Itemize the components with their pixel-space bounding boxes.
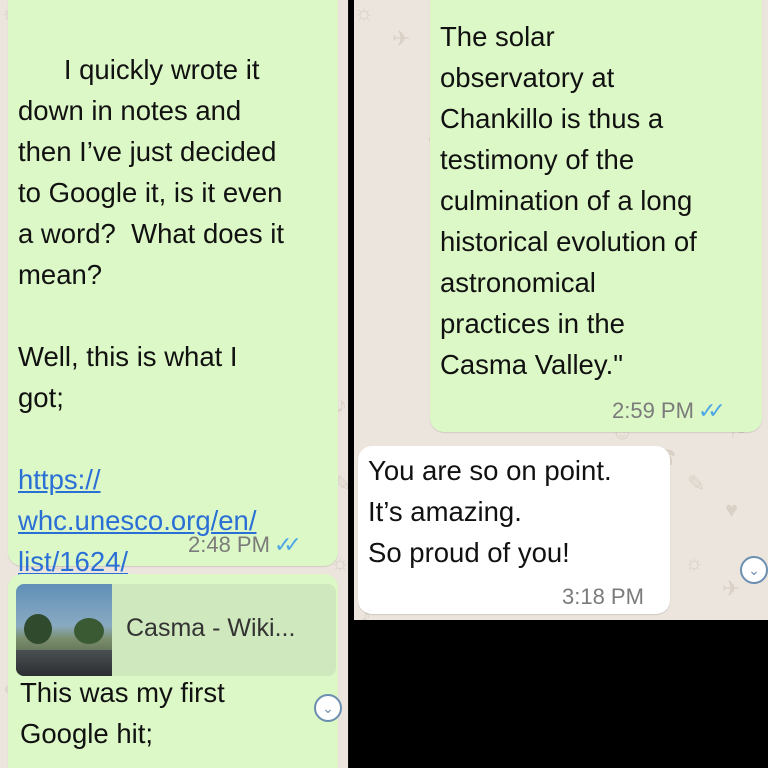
unesco-link[interactable]: list/1624/ <box>18 546 128 577</box>
left-chat-panel: ☼✎♪☂✿☎✈♥⚑☺☼✎♪☂✿☎✈♥⚑☺☼✎♪☂✿☎✈♥⚑☺☼✎♪☂✿☎✈♥⚑☺… <box>0 0 349 768</box>
wallpaper-doodle-icon: ☼ <box>684 550 705 575</box>
double-check-read-icon: ✓✓ <box>273 532 302 557</box>
chevron-down-icon[interactable]: ⌄ <box>314 694 342 722</box>
chevron-down-icon[interactable]: ⌄ <box>740 556 768 584</box>
message-meta: 2:48 PM ✓✓ <box>188 532 302 558</box>
wallpaper-doodle-icon: ✈ <box>722 576 741 601</box>
wallpaper-doodle-icon: ☼ <box>354 0 375 25</box>
message-time: 2:59 PM <box>612 398 694 423</box>
wallpaper-doodle-icon: ✈ <box>392 26 411 51</box>
tree-shape <box>74 618 104 644</box>
message-text: I quickly wrote it down in notes and the… <box>18 8 284 582</box>
link-preview-thumbnail <box>16 584 112 676</box>
message-text: This was my first Google hit; <box>20 677 225 749</box>
message-time: 2:48 PM <box>188 532 270 557</box>
outgoing-message-bubble[interactable]: I quickly wrote it down in notes and the… <box>8 0 338 577</box>
double-check-read-icon: ✓✓ <box>697 398 726 423</box>
wallpaper-doodle-icon: ✎ <box>687 471 706 496</box>
wallpaper-doodle-icon: ♥ <box>725 497 739 522</box>
outgoing-message-bubble[interactable]: Casma - Wiki... This was my first Google… <box>8 574 342 768</box>
link-preview-card[interactable]: Casma - Wiki... <box>16 584 336 676</box>
tree-shape <box>24 614 52 644</box>
message-text: You are so on point. It’s amazing. So pr… <box>368 455 612 568</box>
message-meta: 2:59 PM ✓✓ <box>612 398 726 424</box>
outgoing-message-bubble[interactable]: The solar observatory at Chankillo is th… <box>430 0 762 432</box>
incoming-message-bubble[interactable]: You are so on point. It’s amazing. So pr… <box>358 446 670 614</box>
message-text: The solar observatory at Chankillo is th… <box>440 21 697 380</box>
link-preview-title: Casma - Wiki... <box>126 614 296 642</box>
right-chat-panel: ☼✎♪☂✿☎✈♥⚑☺☼✎♪☂✿☎✈♥⚑☺☼✎♪☂✿☎✈♥⚑☺☼✎♪☂✿☎✈♥⚑☺… <box>354 0 768 620</box>
message-time: 3:18 PM <box>562 584 644 609</box>
unesco-link[interactable]: https:// <box>18 464 101 495</box>
message-body: I quickly wrote it down in notes and the… <box>18 54 284 413</box>
